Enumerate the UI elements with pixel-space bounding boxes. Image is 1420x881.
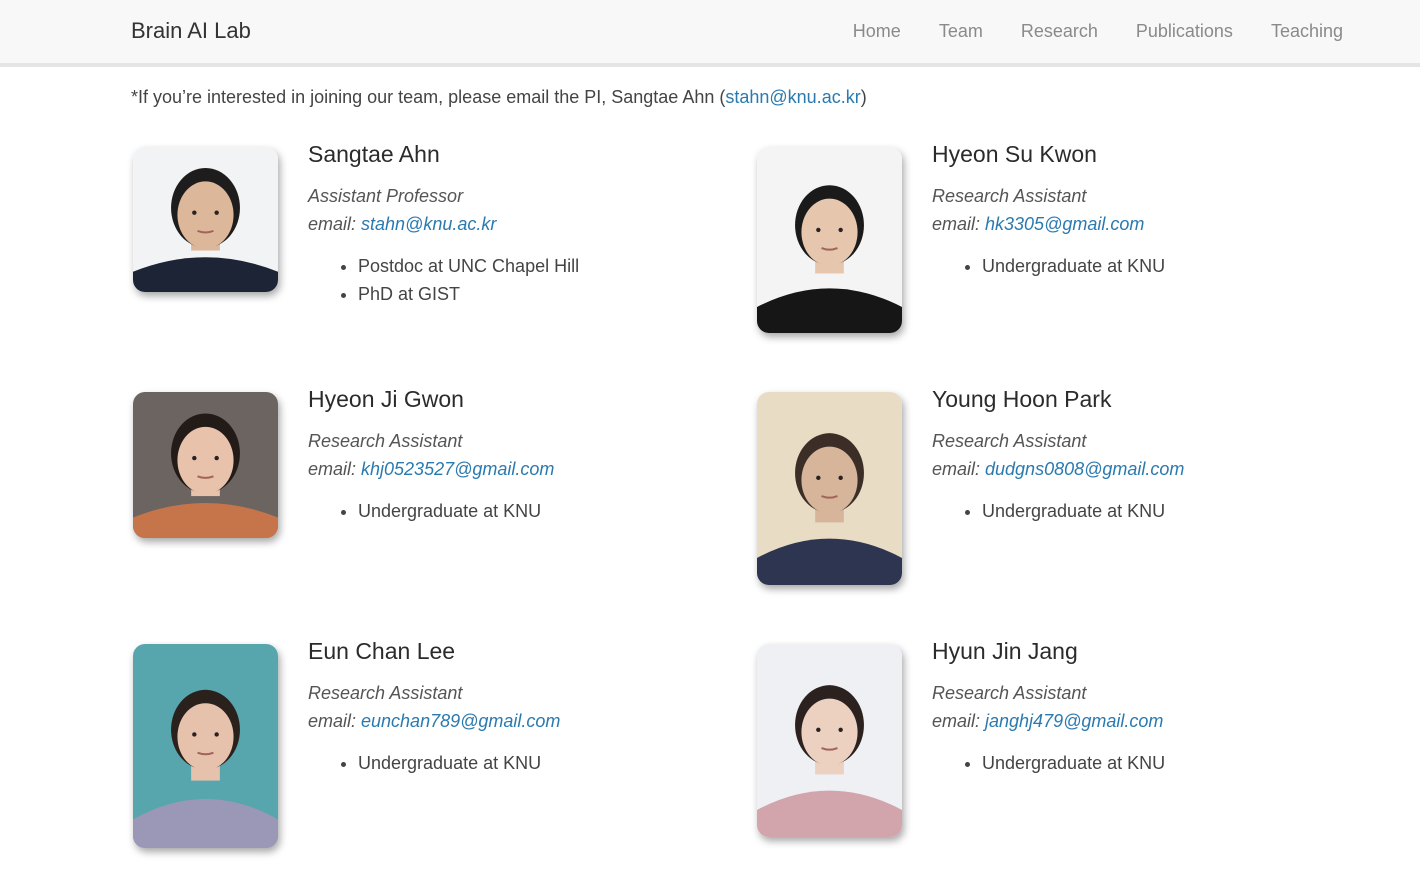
member-info: Eun Chan Lee Research Assistant email: e… xyxy=(308,638,728,777)
member-role: Research Assistant xyxy=(308,431,463,451)
member-info: Hyeon Su Kwon Research Assistant email: … xyxy=(932,141,1352,280)
member-info: Hyeon Ji Gwon Research Assistant email: … xyxy=(308,386,728,525)
member-details: Postdoc at UNC Chapel Hill PhD at GIST xyxy=(308,252,728,308)
email-label: email: xyxy=(932,459,986,479)
photo-eye xyxy=(838,227,843,233)
member-email-line: email: eunchan789@gmail.com xyxy=(308,707,728,735)
email-label: email: xyxy=(308,459,362,479)
detail-item: Undergraduate at KNU xyxy=(982,497,1352,525)
nav-links: Home Team Research Publications Teaching xyxy=(815,21,1343,42)
photo-face xyxy=(801,698,858,766)
member-photo xyxy=(757,147,902,333)
member-name: Hyeon Su Kwon xyxy=(932,141,1097,167)
detail-item: Undergraduate at KNU xyxy=(358,497,728,525)
detail-item: Undergraduate at KNU xyxy=(358,749,728,777)
photo-eye xyxy=(192,732,197,737)
member-email-line: email: janghj479@gmail.com xyxy=(932,707,1352,735)
member-email-link[interactable]: hk3305@gmail.com xyxy=(985,214,1144,234)
member-info: Sangtae Ahn Assistant Professor email: s… xyxy=(308,141,728,308)
member-role: Research Assistant xyxy=(932,431,1087,451)
photo-eye xyxy=(192,210,197,215)
notice-suffix: ) xyxy=(860,87,867,107)
member-info: Hyun Jin Jang Research Assistant email: … xyxy=(932,638,1352,777)
photo-eye xyxy=(838,475,843,481)
nav-team-link[interactable]: Team xyxy=(939,21,983,42)
member-details: Undergraduate at KNU xyxy=(932,497,1352,525)
photo-eye xyxy=(816,727,821,733)
member-email-link[interactable]: dudgns0808@gmail.com xyxy=(985,459,1184,479)
photo-eye xyxy=(816,227,821,233)
nav-teaching-link[interactable]: Teaching xyxy=(1271,21,1343,42)
photo-eye xyxy=(214,210,219,215)
member-role: Research Assistant xyxy=(932,186,1087,206)
member-email-line: email: stahn@knu.ac.kr xyxy=(308,210,728,238)
member-photo xyxy=(133,392,278,538)
member-photo xyxy=(757,392,902,585)
email-label: email: xyxy=(308,711,362,731)
photo-eye xyxy=(838,727,843,733)
photo-face xyxy=(177,181,234,249)
member-name: Eun Chan Lee xyxy=(308,638,456,664)
member-name: Sangtae Ahn xyxy=(308,141,440,167)
member-email-link[interactable]: stahn@knu.ac.kr xyxy=(361,214,496,234)
member-role: Assistant Professor xyxy=(308,186,464,206)
member-email-link[interactable]: eunchan789@gmail.com xyxy=(361,711,560,731)
member-email-line: email: dudgns0808@gmail.com xyxy=(932,455,1352,483)
member-email-line: email: khj0523527@gmail.com xyxy=(308,455,728,483)
email-label: email: xyxy=(932,711,986,731)
member-name: Hyeon Ji Gwon xyxy=(308,386,464,412)
photo-eye xyxy=(214,455,219,461)
photo-eye xyxy=(192,455,197,461)
member-details: Undergraduate at KNU xyxy=(932,252,1352,280)
detail-item: Undergraduate at KNU xyxy=(982,749,1352,777)
email-label: email: xyxy=(308,214,362,234)
member-email-link[interactable]: khj0523527@gmail.com xyxy=(361,459,554,479)
brand-link[interactable]: Brain AI Lab xyxy=(131,18,251,44)
notice-text: *If you’re interested in joining our tea… xyxy=(131,87,726,107)
member-photo xyxy=(133,644,278,848)
member-email-link[interactable]: janghj479@gmail.com xyxy=(985,711,1163,731)
member-details: Undergraduate at KNU xyxy=(308,749,728,777)
member-email-line: email: hk3305@gmail.com xyxy=(932,210,1352,238)
photo-face xyxy=(177,703,234,771)
member-name: Hyun Jin Jang xyxy=(932,638,1078,664)
pi-email-link[interactable]: stahn@knu.ac.kr xyxy=(725,87,860,107)
member-photo xyxy=(133,147,278,292)
photo-face xyxy=(801,198,858,266)
member-role: Research Assistant xyxy=(308,683,463,703)
photo-face xyxy=(177,426,234,494)
nav-publications-link[interactable]: Publications xyxy=(1136,21,1233,42)
join-notice: *If you’re interested in joining our tea… xyxy=(131,87,867,108)
detail-item: PhD at GIST xyxy=(358,280,728,308)
detail-item: Undergraduate at KNU xyxy=(982,252,1352,280)
member-info: Young Hoon Park Research Assistant email… xyxy=(932,386,1352,525)
photo-eye xyxy=(214,732,219,737)
member-name: Young Hoon Park xyxy=(932,386,1112,412)
top-navbar: Brain AI Lab Home Team Research Publicat… xyxy=(0,0,1420,67)
member-details: Undergraduate at KNU xyxy=(932,749,1352,777)
nav-research-link[interactable]: Research xyxy=(1021,21,1098,42)
photo-eye xyxy=(816,475,821,481)
nav-home-link[interactable]: Home xyxy=(853,21,901,42)
member-role: Research Assistant xyxy=(932,683,1087,703)
photo-face xyxy=(801,446,858,514)
email-label: email: xyxy=(932,214,986,234)
member-photo xyxy=(757,644,902,837)
member-details: Undergraduate at KNU xyxy=(308,497,728,525)
detail-item: Postdoc at UNC Chapel Hill xyxy=(358,252,728,280)
